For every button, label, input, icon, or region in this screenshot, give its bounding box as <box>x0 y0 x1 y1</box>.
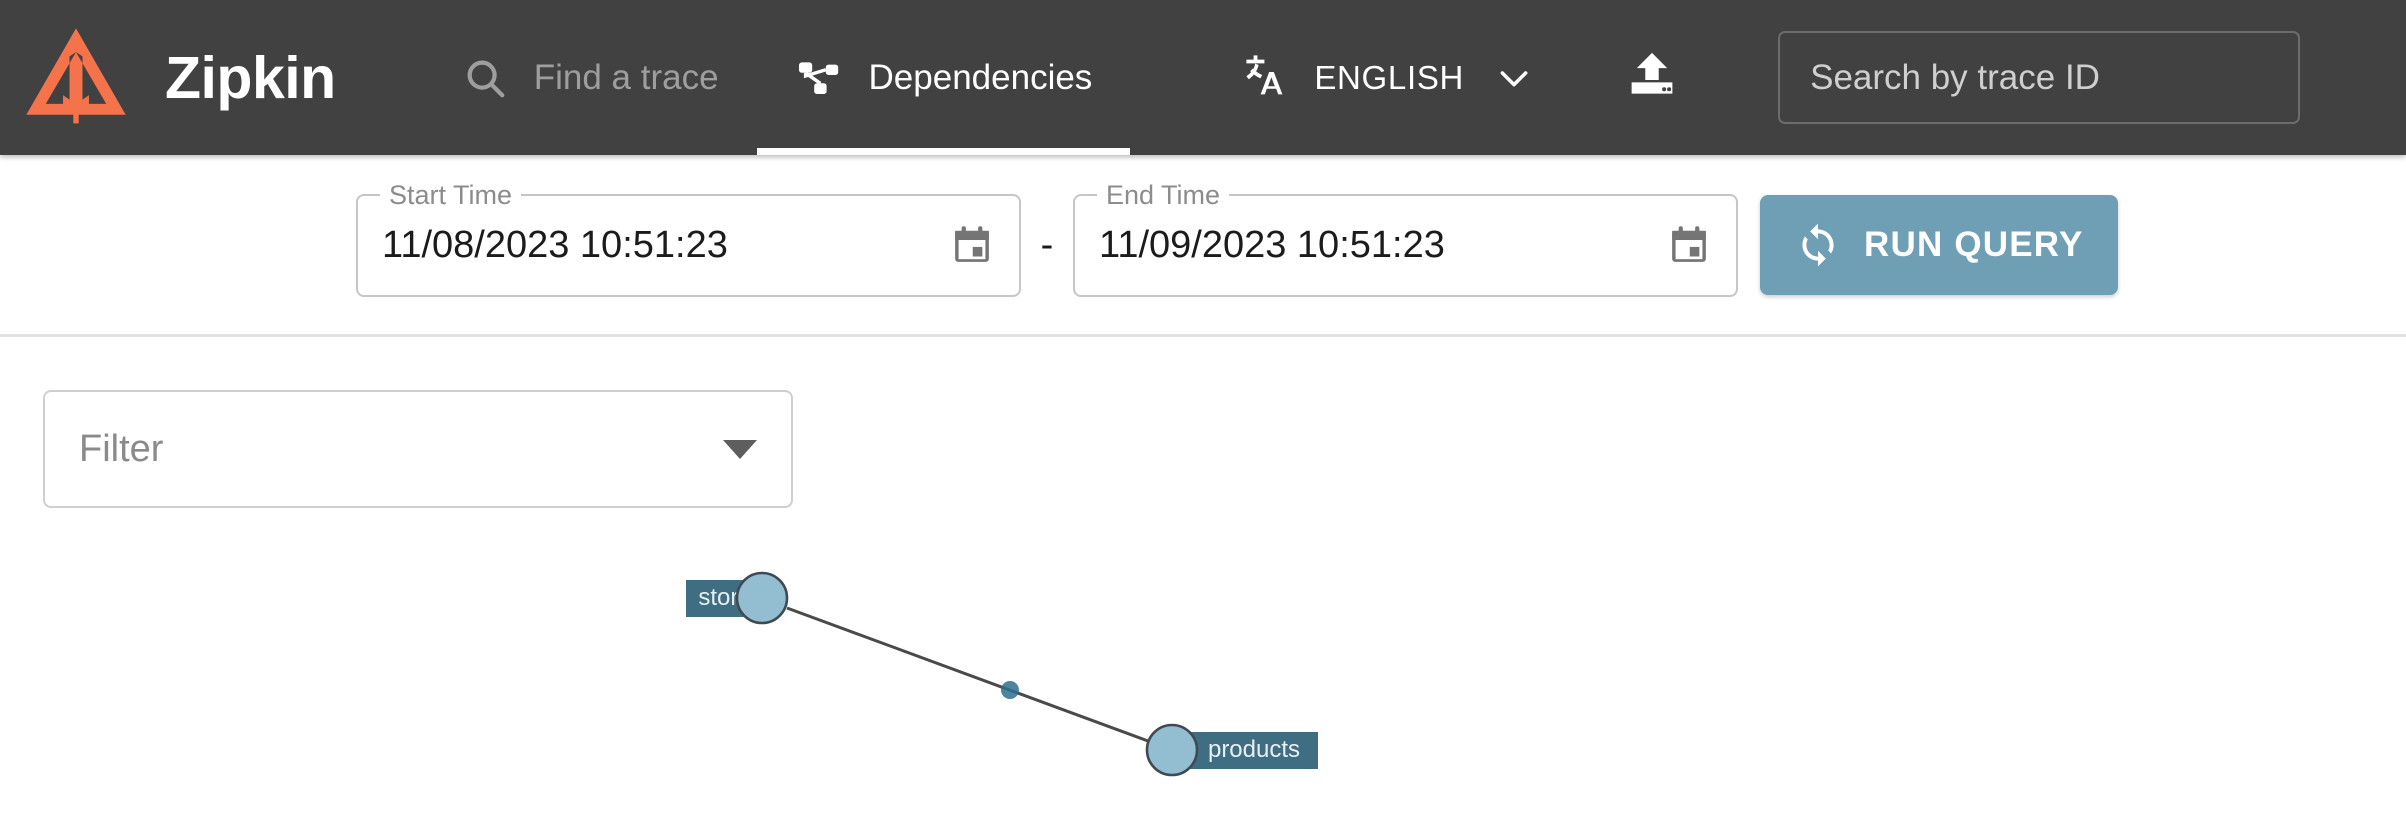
start-time-field[interactable]: Start Time 11/08/2023 10:51:23 <box>356 179 1021 297</box>
filter-dropdown[interactable]: Filter <box>43 390 793 508</box>
language-label: ENGLISH <box>1314 58 1465 96</box>
start-time-label: Start Time <box>380 179 522 210</box>
filter-placeholder: Filter <box>79 427 164 470</box>
tab-find-a-trace[interactable]: Find a trace <box>424 0 757 155</box>
upload-button[interactable] <box>1626 49 1678 106</box>
graph-node-store[interactable]: store <box>686 571 789 625</box>
node-circle[interactable] <box>735 571 789 625</box>
search-icon <box>462 55 508 101</box>
range-separator: - <box>1040 223 1054 266</box>
node-label: products <box>1208 736 1300 763</box>
end-time-field[interactable]: End Time 11/09/2023 10:51:23 <box>1073 179 1738 297</box>
end-time-label: End Time <box>1097 179 1230 210</box>
sync-icon <box>1794 221 1842 269</box>
brand[interactable]: Zipkin <box>22 22 336 134</box>
tab-label: Dependencies <box>868 57 1093 97</box>
active-tab-indicator <box>756 148 1131 155</box>
language-selector[interactable]: ENGLISH <box>1240 51 1534 104</box>
end-time-value: 11/09/2023 10:51:23 <box>1099 223 1445 266</box>
run-query-button[interactable]: RUN QUERY <box>1760 195 2118 295</box>
graph-node-products[interactable]: products <box>1145 723 1318 777</box>
dependency-graph[interactable]: store products <box>0 520 2406 838</box>
tab-dependencies[interactable]: Dependencies <box>756 0 1131 155</box>
tab-label: Find a trace <box>533 57 719 97</box>
account-tree-icon <box>795 54 843 102</box>
query-bar: Start Time 11/08/2023 10:51:23 - End Tim… <box>0 155 2406 335</box>
calendar-icon[interactable] <box>1666 222 1712 268</box>
translate-icon <box>1240 51 1288 104</box>
app-header: Zipkin Find a trace Dependencies ENGLISH… <box>0 0 2406 155</box>
caret-down-icon[interactable] <box>723 439 757 459</box>
node-circle[interactable] <box>1145 723 1199 777</box>
run-query-label: RUN QUERY <box>1864 225 2084 264</box>
brand-title: Zipkin <box>165 44 336 111</box>
graph-edge-particle <box>1001 681 1019 699</box>
zipkin-logo-icon <box>22 22 130 134</box>
chevron-down-icon <box>1494 58 1534 98</box>
start-time-value: 11/08/2023 10:51:23 <box>382 223 728 266</box>
calendar-icon[interactable] <box>949 222 995 268</box>
graph-edge-store-products[interactable] <box>786 606 1149 743</box>
upload-icon <box>1626 49 1678 106</box>
search-input[interactable] <box>1778 31 2301 124</box>
nav-tabs: Find a trace Dependencies <box>424 0 1131 155</box>
query-bar-divider <box>0 334 2406 337</box>
